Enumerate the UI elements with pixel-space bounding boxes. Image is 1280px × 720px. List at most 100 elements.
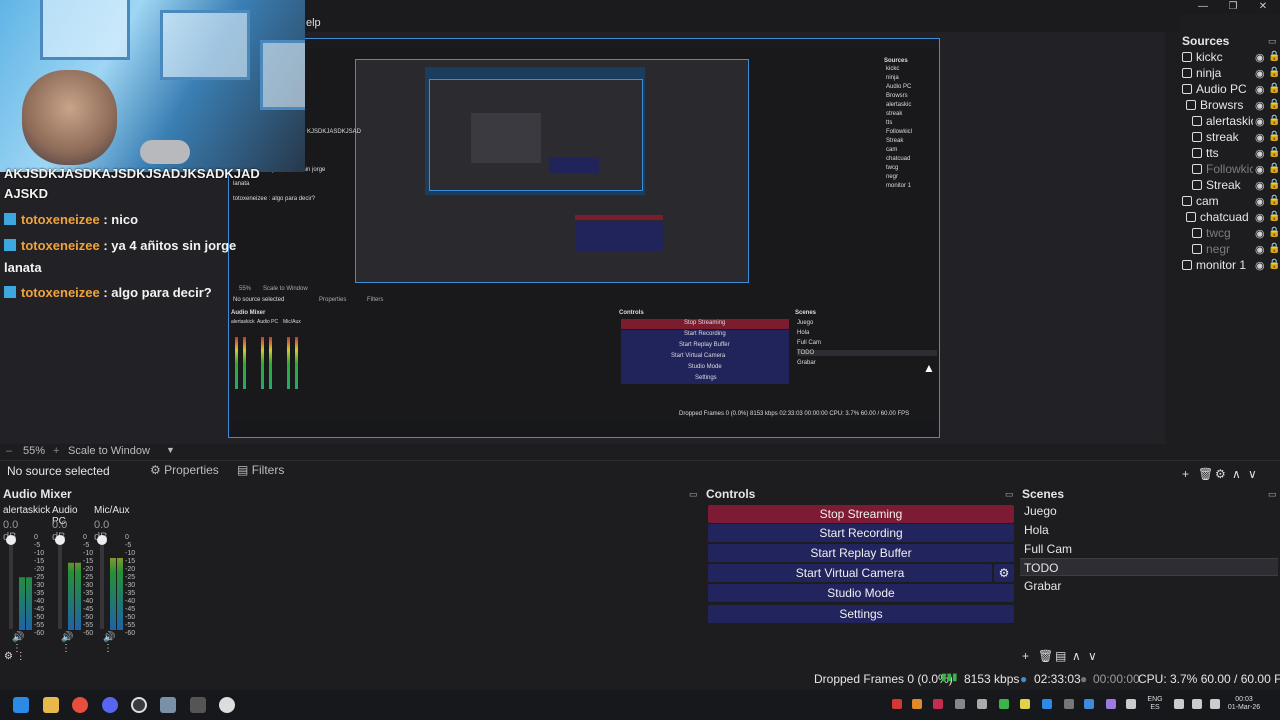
- tray-icon[interactable]: [999, 699, 1009, 709]
- lock-icon[interactable]: 🔒: [1268, 259, 1280, 270]
- lock-icon[interactable]: 🔒: [1268, 131, 1280, 142]
- scene-down-icon[interactable]: ∨: [1088, 649, 1097, 663]
- source-properties-icon[interactable]: ⚙: [1215, 467, 1226, 481]
- maximize-icon[interactable]: ❐: [1218, 0, 1248, 14]
- zoom-plus-icon[interactable]: +: [53, 445, 59, 457]
- remove-source-icon[interactable]: 🗑: [1198, 467, 1213, 481]
- panel-undock-icon[interactable]: ▭: [1005, 489, 1014, 500]
- move-up-icon[interactable]: ∧: [1232, 467, 1241, 481]
- panel-undock-icon[interactable]: ▭: [1268, 489, 1277, 500]
- tray-icon[interactable]: [912, 699, 922, 709]
- start-recording-button[interactable]: Start Recording: [708, 524, 1014, 542]
- scene-up-icon[interactable]: ∧: [1072, 649, 1081, 663]
- scene-item[interactable]: Juego: [1020, 502, 1278, 520]
- virtual-camera-settings-icon[interactable]: ⚙: [994, 564, 1014, 582]
- volume-fader[interactable]: [100, 535, 104, 629]
- lock-icon[interactable]: 🔒: [1268, 147, 1280, 158]
- minimize-icon[interactable]: —: [1188, 0, 1218, 14]
- source-item[interactable]: alertaskic ◉ 🔒: [1178, 114, 1280, 130]
- microphone-icon[interactable]: [1126, 699, 1136, 709]
- network-icon[interactable]: [1174, 699, 1184, 709]
- source-item[interactable]: ninja ◉ 🔒: [1178, 66, 1280, 82]
- tray-icon[interactable]: [933, 699, 943, 709]
- fader-knob[interactable]: [97, 535, 107, 545]
- lock-icon[interactable]: 🔒: [1268, 179, 1280, 190]
- visibility-eye-icon[interactable]: ◉: [1255, 179, 1265, 192]
- tray-icon[interactable]: [1084, 699, 1094, 709]
- fader-knob[interactable]: [6, 535, 16, 545]
- lock-icon[interactable]: 🔒: [1268, 195, 1280, 206]
- app-icon[interactable]: [190, 697, 206, 713]
- mute-speaker-icon[interactable]: 🔊 ⋮: [61, 632, 73, 654]
- fader-knob[interactable]: [55, 535, 65, 545]
- tray-chevron-icon[interactable]: [1064, 699, 1074, 709]
- visibility-eye-icon[interactable]: ◉: [1255, 131, 1265, 144]
- tray-icon[interactable]: [1042, 699, 1052, 709]
- visibility-eye-icon[interactable]: ◉: [1255, 83, 1265, 96]
- source-item[interactable]: twcg ◉ 🔒: [1178, 226, 1280, 242]
- tray-icon[interactable]: [892, 699, 902, 709]
- settings-app-icon[interactable]: [160, 697, 176, 713]
- source-item[interactable]: chatcuad ◉ 🔒: [1178, 210, 1280, 226]
- tray-icon[interactable]: [1020, 699, 1030, 709]
- add-source-icon[interactable]: +: [1182, 467, 1189, 481]
- source-item[interactable]: tts ◉ 🔒: [1178, 146, 1280, 162]
- scene-item[interactable]: Hola: [1020, 521, 1278, 539]
- move-down-icon[interactable]: ∨: [1248, 467, 1257, 481]
- volume-fader[interactable]: [58, 535, 62, 629]
- clock[interactable]: 00:03 01-Mar-26: [1224, 696, 1264, 712]
- language-indicator[interactable]: ENG ES: [1144, 696, 1166, 712]
- visibility-eye-icon[interactable]: ◉: [1255, 163, 1265, 176]
- studio-mode-button[interactable]: Studio Mode: [708, 584, 1014, 602]
- source-item[interactable]: Browsrs ◉ 🔒: [1178, 98, 1280, 114]
- visibility-eye-icon[interactable]: ◉: [1255, 99, 1265, 112]
- lock-icon[interactable]: 🔒: [1268, 51, 1280, 62]
- source-item[interactable]: monitor 1 ◉ 🔒: [1178, 258, 1280, 274]
- menu-help[interactable]: elp: [306, 17, 321, 29]
- start-virtual-camera-button[interactable]: Start Virtual Camera: [708, 564, 992, 582]
- panel-undock-icon[interactable]: ▭: [689, 489, 698, 500]
- visibility-eye-icon[interactable]: ◉: [1255, 227, 1265, 240]
- source-item[interactable]: cam ◉ 🔒: [1178, 194, 1280, 210]
- stop-streaming-button[interactable]: Stop Streaming: [708, 505, 1014, 523]
- chevron-down-icon[interactable]: ▼: [166, 445, 175, 455]
- battery-icon[interactable]: [1210, 699, 1220, 709]
- volume-icon[interactable]: [1192, 699, 1202, 709]
- scene-filters-icon[interactable]: ▤: [1055, 649, 1066, 663]
- settings-button[interactable]: Settings: [708, 605, 1014, 623]
- lock-icon[interactable]: 🔒: [1268, 67, 1280, 78]
- lock-icon[interactable]: 🔒: [1268, 243, 1280, 254]
- remove-scene-icon[interactable]: 🗑: [1038, 649, 1053, 663]
- visibility-eye-icon[interactable]: ◉: [1255, 115, 1265, 128]
- source-item[interactable]: Audio PC ◉ 🔒: [1178, 82, 1280, 98]
- scale-to-window-dropdown[interactable]: Scale to Window: [68, 445, 150, 457]
- source-item[interactable]: Followkicl ◉ 🔒: [1178, 162, 1280, 178]
- close-icon[interactable]: ✕: [1248, 0, 1278, 14]
- lock-icon[interactable]: 🔒: [1268, 83, 1280, 94]
- lock-icon[interactable]: 🔒: [1268, 115, 1280, 126]
- file-explorer-icon[interactable]: [43, 697, 59, 713]
- properties-button[interactable]: ⚙ Properties: [150, 463, 219, 477]
- app-icon[interactable]: [219, 697, 235, 713]
- scene-item[interactable]: Grabar: [1020, 577, 1278, 595]
- visibility-eye-icon[interactable]: ◉: [1255, 67, 1265, 80]
- tray-icon[interactable]: [955, 699, 965, 709]
- start-replay-buffer-button[interactable]: Start Replay Buffer: [708, 544, 1014, 562]
- obs-icon[interactable]: [131, 697, 147, 713]
- add-scene-icon[interactable]: +: [1022, 649, 1029, 663]
- tray-icon[interactable]: [1106, 699, 1116, 709]
- source-item[interactable]: streak ◉ 🔒: [1178, 130, 1280, 146]
- scene-item-selected[interactable]: TODO: [1020, 558, 1278, 576]
- visibility-eye-icon[interactable]: ◉: [1255, 211, 1265, 224]
- visibility-eye-icon[interactable]: ◉: [1255, 243, 1265, 256]
- chrome-icon[interactable]: [72, 697, 88, 713]
- volume-fader[interactable]: [9, 535, 13, 629]
- lock-icon[interactable]: 🔒: [1268, 211, 1280, 222]
- source-item[interactable]: Streak ◉ 🔒: [1178, 178, 1280, 194]
- zoom-minus-icon[interactable]: –: [6, 445, 12, 457]
- filters-button[interactable]: ▤ Filters: [237, 463, 284, 477]
- source-item[interactable]: kickc ◉ 🔒: [1178, 50, 1280, 66]
- scene-item[interactable]: Full Cam: [1020, 540, 1278, 558]
- lock-icon[interactable]: 🔒: [1268, 163, 1280, 174]
- panel-undock-icon[interactable]: ▭: [1268, 36, 1277, 47]
